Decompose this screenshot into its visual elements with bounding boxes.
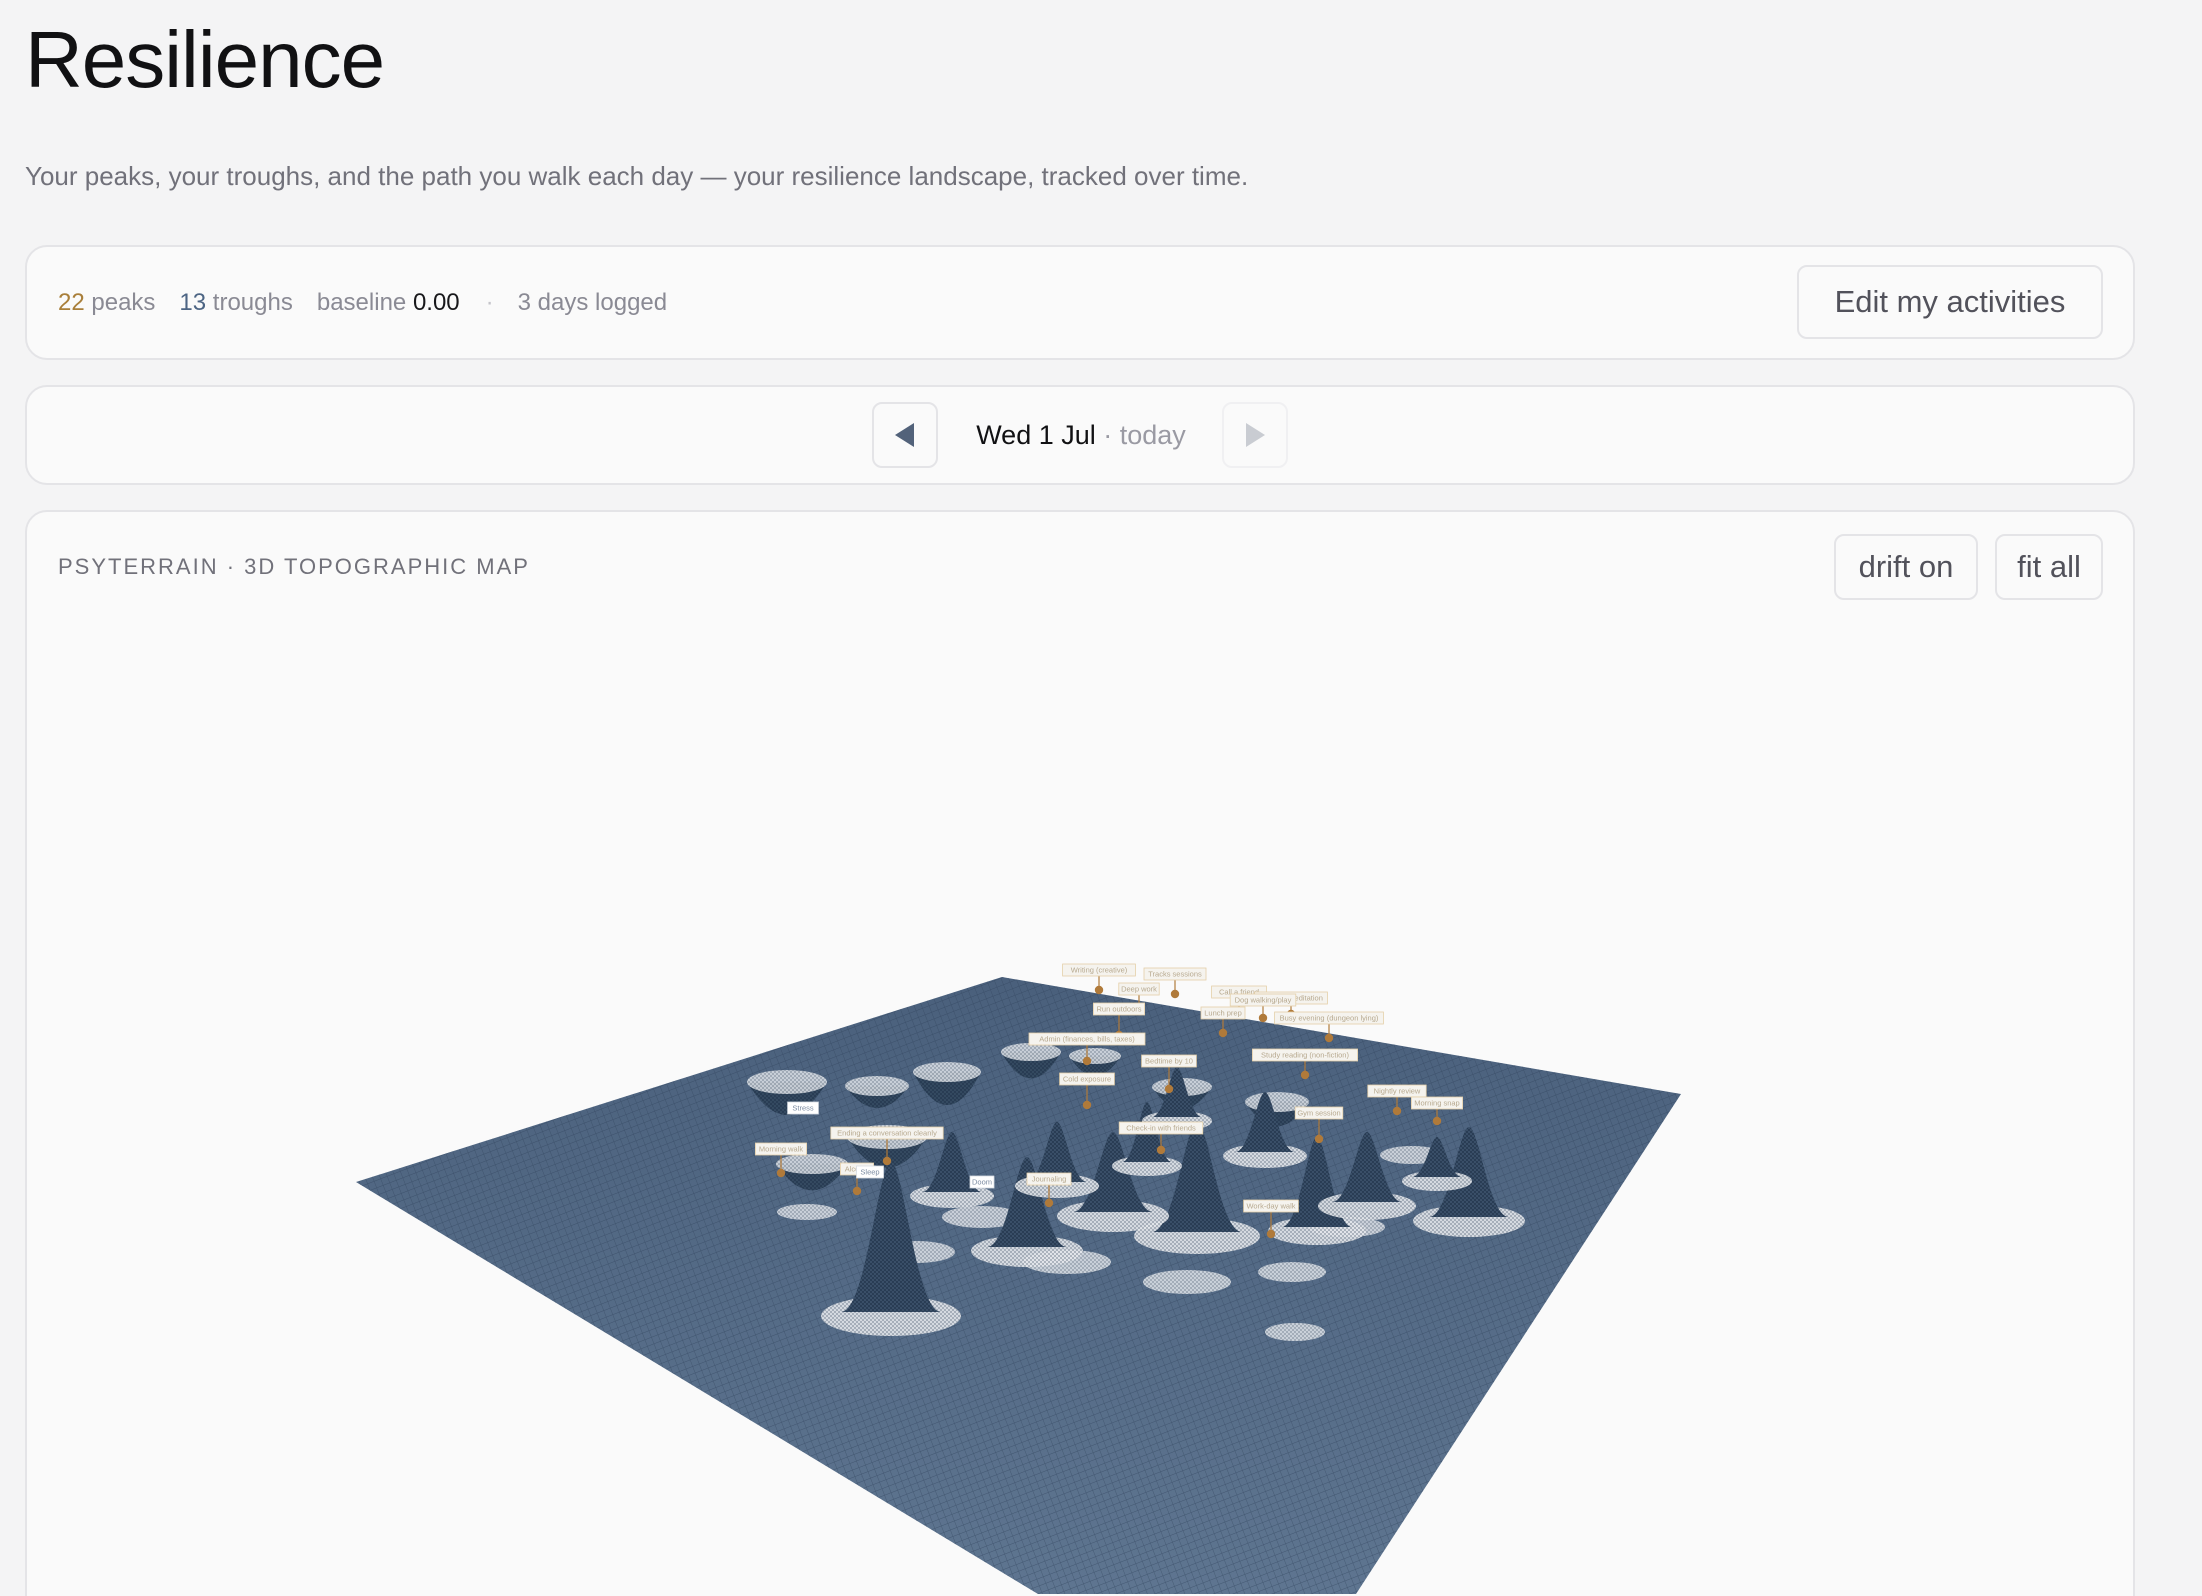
peak-label-text: Dog walking/play <box>1235 996 1292 1005</box>
peak-label-text: Tracks sessions <box>1148 970 1202 979</box>
page-title: Resilience <box>25 15 385 104</box>
peak-label-text: Gym session <box>1297 1109 1340 1118</box>
next-day-button[interactable] <box>1221 402 1288 468</box>
baseline-value: 0.00 <box>412 288 460 316</box>
terrain-trough <box>1265 1323 1325 1341</box>
peaks-count: 22 <box>58 288 85 316</box>
peak-label-text: Work-day walk <box>1246 1202 1295 1211</box>
peak-label-text: Ending a conversation cleanly <box>837 1129 937 1138</box>
triangle-right-icon <box>1245 423 1265 447</box>
date-text: Wed 1 Jul <box>976 419 1096 450</box>
date-nav: Wed 1 Jul · today <box>27 387 2133 483</box>
stats-card: 22 peaks 13 troughs baseline 0.00 · 3 da… <box>25 245 2135 360</box>
previous-day-button[interactable] <box>872 402 939 468</box>
peak-label-text: Admin (finances, bills, taxes) <box>1039 1035 1135 1044</box>
edit-activities-button[interactable]: Edit my activities <box>1797 265 2103 339</box>
peak-label-text: Lunch prep <box>1204 1009 1242 1018</box>
terrain-trough <box>777 1204 837 1220</box>
peaks-label: peaks <box>91 288 156 316</box>
terrain-trough <box>1143 1270 1231 1294</box>
peak-label-text: Deep work <box>1121 985 1157 994</box>
troughs-count: 13 <box>179 288 207 316</box>
baseline-label: baseline <box>316 288 407 316</box>
peak-label-text: Check-in with friends <box>1126 1124 1196 1133</box>
peak-label-text: Bedtime by 10 <box>1145 1057 1193 1066</box>
current-date: Wed 1 Jul · today <box>976 420 1186 451</box>
trough-label[interactable]: Stress <box>787 1101 819 1115</box>
stats-summary: 22 peaks 13 troughs baseline 0.00 · 3 da… <box>58 247 667 358</box>
peak-label-text: Run outdoors <box>1096 1005 1141 1014</box>
terrain-map-card: PSYTERRAIN · 3D TOPOGRAPHIC MAP drift on… <box>25 510 2135 1596</box>
peak-label-text: Morning snap <box>1414 1099 1459 1108</box>
terrain-3d-canvas[interactable]: Writing (creative) Tracks sessions Deep wo… <box>27 512 2133 1594</box>
peak-label-text: Cold exposure <box>1063 1075 1111 1084</box>
trough-label[interactable]: Doom <box>969 1175 995 1189</box>
page-subtitle: Your peaks, your troughs, and the path y… <box>25 161 1249 191</box>
date-nav-card: Wed 1 Jul · today <box>25 385 2135 485</box>
trough-label-text: Stress <box>792 1104 814 1113</box>
trough-label-text: Doom <box>972 1178 992 1187</box>
peak-label-text: Study reading (non-fiction) <box>1261 1051 1349 1060</box>
peak-label-text: Nightly review <box>1374 1087 1421 1096</box>
peak-label-text: Morning walk <box>759 1145 803 1154</box>
triangle-left-icon <box>895 423 915 447</box>
trough-label-text: Sleep <box>860 1168 879 1177</box>
stats-separator: · <box>485 288 494 316</box>
days-logged: 3 days logged <box>517 288 668 316</box>
peak-label-text: Busy evening (dungeon lying) <box>1280 1014 1379 1023</box>
resilience-page: Resilience Your peaks, your troughs, and… <box>0 0 2202 1596</box>
trough-label[interactable]: Sleep <box>856 1165 884 1179</box>
today-indicator: · today <box>1103 419 1186 450</box>
peak-label-text: Writing (creative) <box>1071 966 1128 975</box>
troughs-label: troughs <box>212 288 293 316</box>
peak-label-text: Journaling <box>1032 1175 1067 1184</box>
terrain-trough <box>1258 1262 1326 1282</box>
